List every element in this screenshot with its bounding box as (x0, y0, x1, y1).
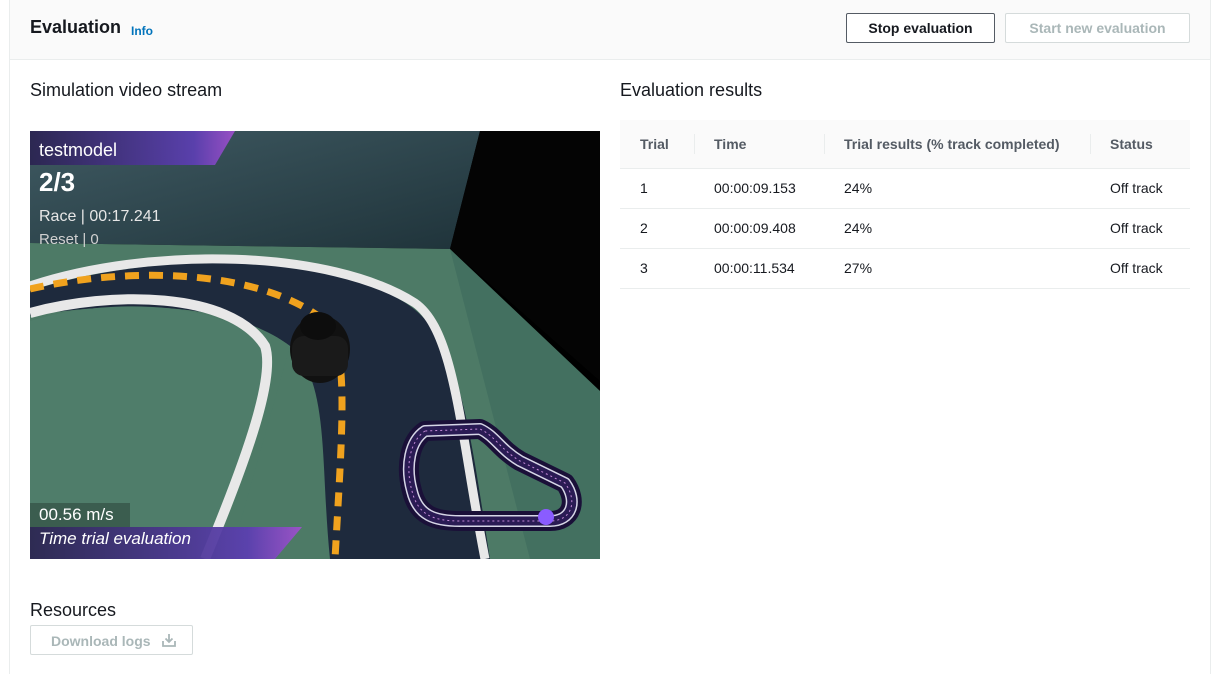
cell-status: Off track (1090, 168, 1190, 209)
overlay-speed: 00.56 m/s (39, 505, 114, 524)
overlay-mode: Time trial evaluation (39, 529, 191, 548)
cell-status: Off track (1090, 208, 1190, 249)
stop-evaluation-button[interactable]: Stop evaluation (846, 13, 995, 43)
table-row: 1 00:00:09.153 24% Off track (620, 168, 1190, 209)
cell-time: 00:00:11.534 (694, 248, 824, 289)
cell-trial: 1 (620, 168, 694, 209)
cell-status: Off track (1090, 248, 1190, 289)
table-row: 3 00:00:11.534 27% Off track (620, 248, 1190, 289)
simulation-scene (30, 131, 600, 559)
cell-result: 24% (824, 168, 1090, 209)
cell-result: 27% (824, 248, 1090, 289)
overlay-race-time: Race | 00:17.241 (39, 208, 161, 225)
cell-time: 00:00:09.153 (694, 168, 824, 209)
evaluation-panel: Evaluation Info Stop evaluation Start ne… (9, 0, 1211, 674)
column-header-time: Time (694, 120, 824, 169)
resources-title: Resources (30, 600, 117, 620)
table-row: 2 00:00:09.408 24% Off track (620, 208, 1190, 249)
overlay-reset-count: Reset | 0 (39, 231, 99, 248)
download-logs-button[interactable]: Download logs (30, 625, 193, 655)
column-header-trial-results: Trial results (% track completed) (824, 120, 1090, 169)
start-new-evaluation-button[interactable]: Start new evaluation (1005, 13, 1190, 43)
overlay-model-name: testmodel (39, 140, 118, 160)
table-header-row: Trial Time Trial results (% track comple… (620, 120, 1190, 169)
column-header-status: Status (1090, 120, 1190, 169)
info-link[interactable]: Info (131, 24, 153, 38)
column-header-trial: Trial (620, 120, 694, 169)
download-icon (162, 633, 176, 650)
download-logs-label: Download logs (51, 633, 151, 649)
evaluation-header: Evaluation Info Stop evaluation Start ne… (10, 0, 1210, 60)
cell-result: 24% (824, 208, 1090, 249)
evaluation-results-title: Evaluation results (620, 80, 763, 100)
overlay-lap-counter: 2/3 (39, 167, 76, 197)
page-title: Evaluation (30, 17, 122, 37)
simulation-video-title: Simulation video stream (30, 80, 223, 100)
evaluation-results-table: Trial Time Trial results (% track comple… (620, 120, 1190, 289)
cell-trial: 3 (620, 248, 694, 289)
cell-trial: 2 (620, 208, 694, 249)
simulation-video-stream: testmodel 2/3 Race | 00:17.241 Reset | 0… (30, 131, 600, 559)
cell-time: 00:00:09.408 (694, 208, 824, 249)
